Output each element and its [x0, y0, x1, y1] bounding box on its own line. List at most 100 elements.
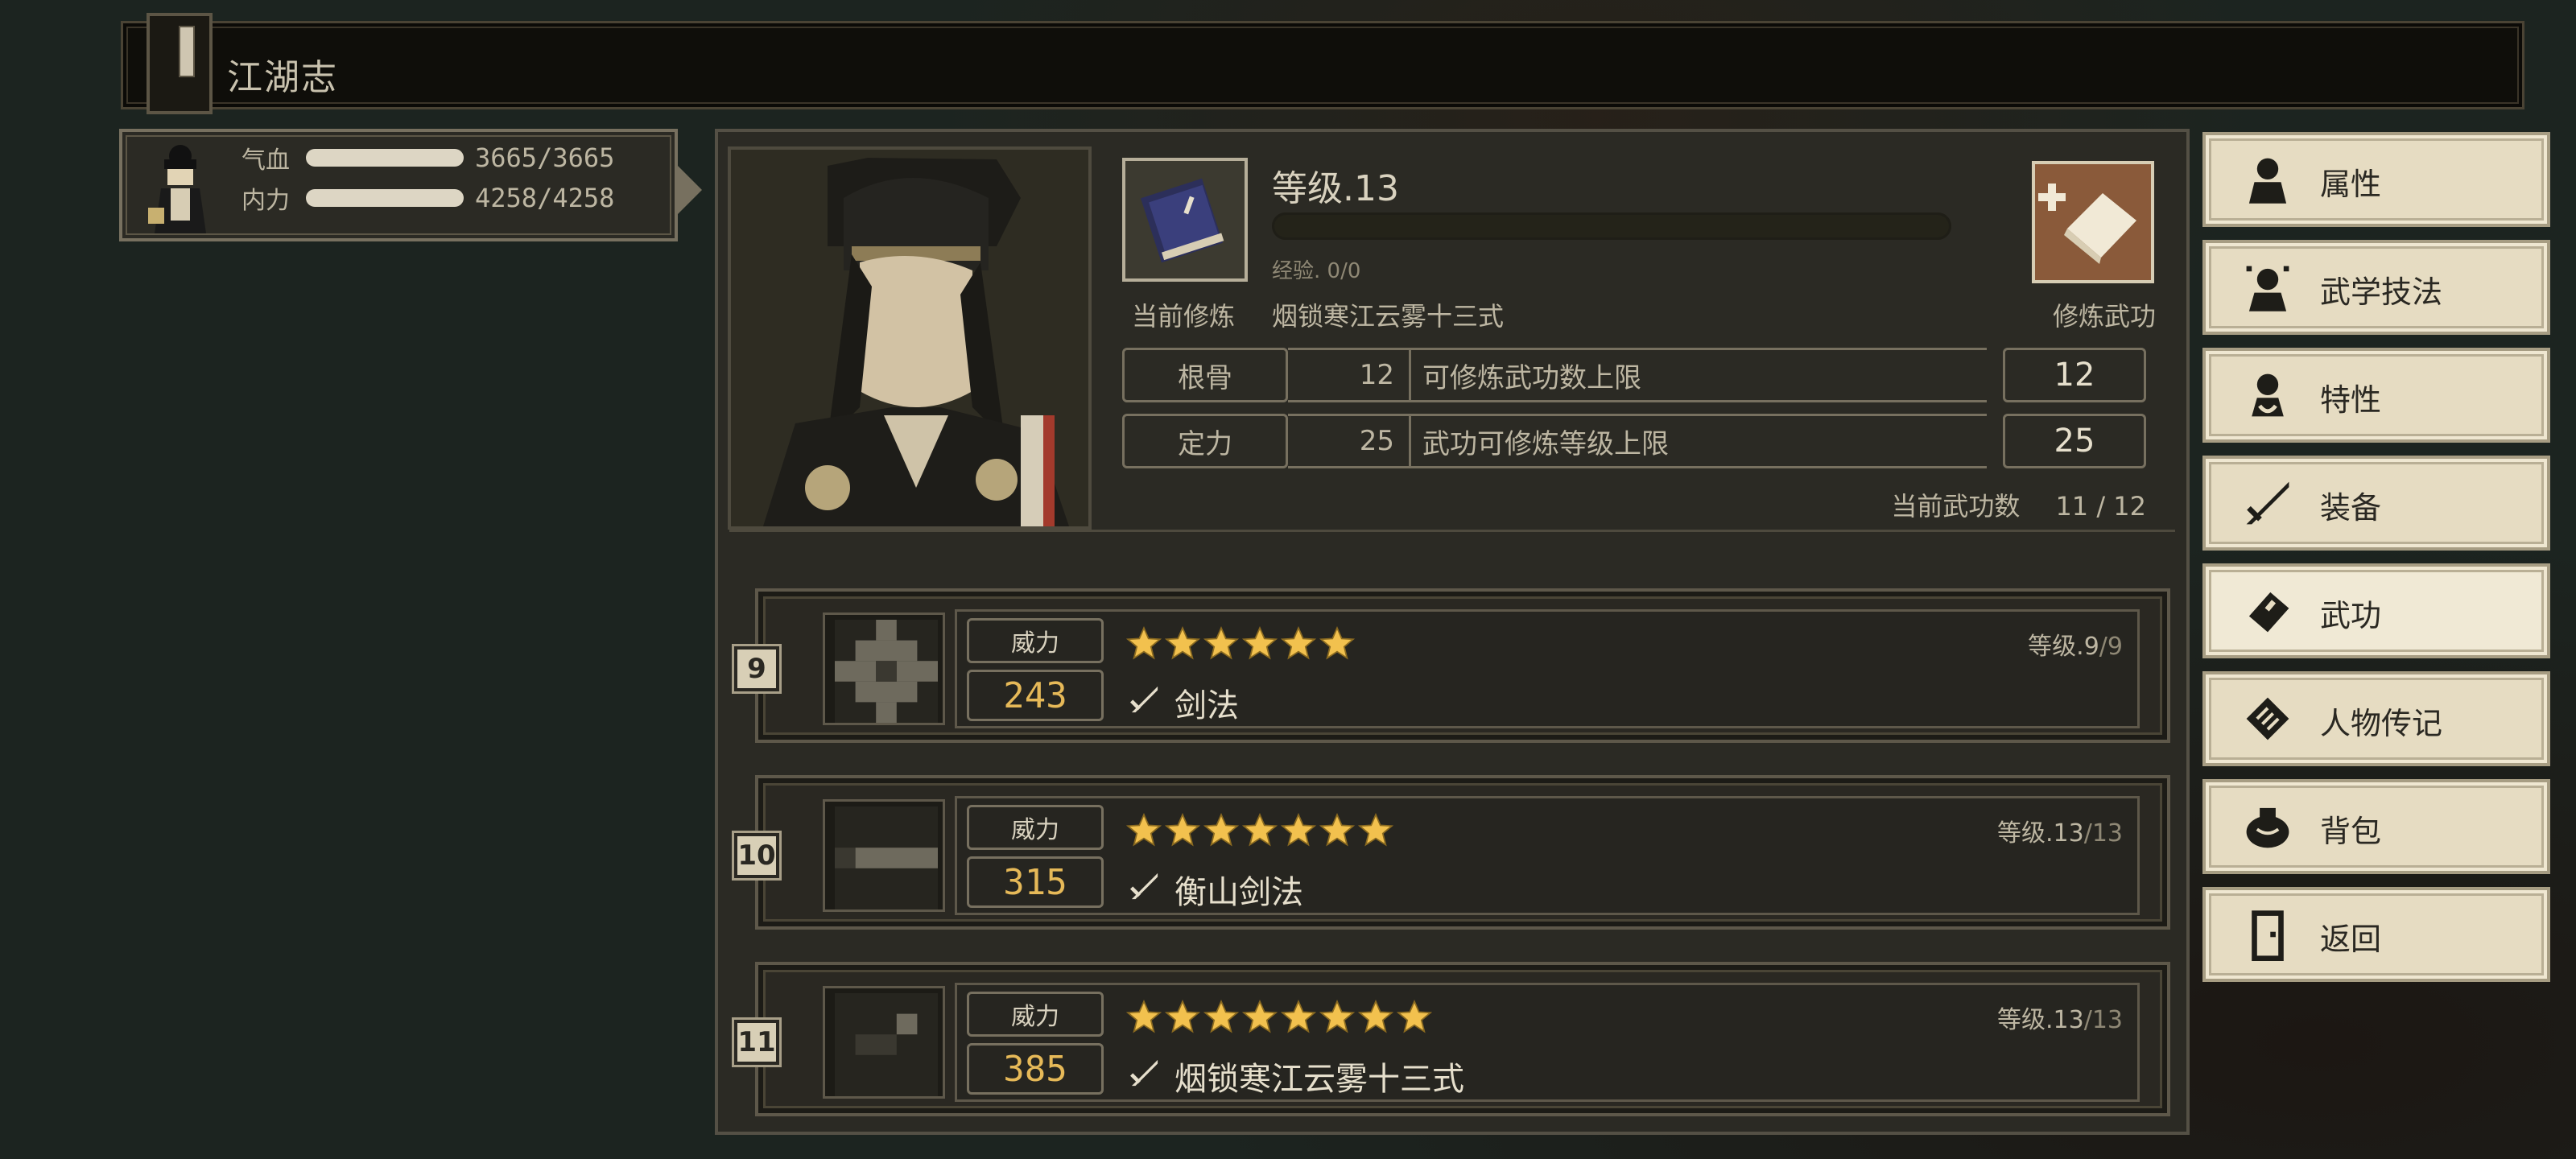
menu-bag-button[interactable]: 背包: [2202, 779, 2550, 874]
menu-label: 人物传记: [2320, 706, 2443, 741]
menu-label: 武功: [2320, 598, 2382, 633]
skill-index: 11: [732, 1017, 782, 1067]
menu-attributes-button[interactable]: 属性: [2202, 132, 2550, 227]
skill-pattern-icon: [823, 612, 945, 725]
door-icon: [2252, 910, 2284, 961]
skill-index: 10: [732, 831, 782, 881]
star-icon: [1126, 1000, 1162, 1033]
skill-count: 当前武功数 11 / 12: [1891, 486, 2146, 523]
current-skill-name: 烟锁寒江云雾十三式: [1272, 301, 1505, 332]
star-rating: [1126, 813, 1393, 848]
trait-icon: [2252, 373, 2284, 417]
manual-book-icon: [1122, 158, 1248, 282]
skill-card[interactable]: 9 威力 243 剑法 等级.9/9: [732, 588, 2170, 743]
character-portrait: [728, 146, 1092, 530]
attribute-row-dingli: 定力 25 武功可修炼等级上限 25: [1122, 414, 2154, 468]
skill-level: 等级.13/13: [1997, 1000, 2123, 1035]
biography-icon: [2246, 697, 2289, 740]
cultivate-label: 修炼武功: [2052, 301, 2156, 332]
skill-index: 9: [732, 644, 782, 694]
menu-label: 装备: [2320, 490, 2382, 526]
skill-detail: 威力 315 衡山剑法 等级.13/13: [955, 796, 2140, 915]
cultivate-button[interactable]: [2032, 161, 2154, 283]
star-icon: [1281, 1000, 1316, 1033]
power-label: 威力: [967, 805, 1104, 850]
power-value: 315: [967, 856, 1104, 908]
skill-list[interactable]: 9 威力 243 剑法 等级.9/9 10 威力 315 衡山剑法 等级.13/…: [729, 530, 2175, 1129]
skill-detail: 威力 385 烟锁寒江云雾十三式 等级.13/13: [955, 983, 2140, 1102]
hp-value: 3665/3665: [475, 142, 615, 173]
exp-text: 经验. 0/0: [1272, 259, 1361, 283]
skill-level-value: 等级.9: [2028, 633, 2099, 661]
skill-level-value: 等级.13: [1997, 1006, 2084, 1034]
menu-label: 返回: [2320, 922, 2382, 957]
hp-label: 气血: [242, 146, 290, 175]
player-status: 气血 3665/3665 内力 4258/4258: [119, 129, 702, 241]
level-text: 等级.13: [1272, 168, 1399, 209]
star-icon: [1242, 813, 1278, 847]
star-icon: [1126, 813, 1162, 847]
star-rating: [1126, 1000, 1432, 1035]
skill-name: 烟锁寒江云雾十三式: [1174, 1061, 1464, 1098]
attribute-name: 根骨: [1122, 348, 1288, 402]
menu-label: 武学技法: [2320, 274, 2443, 310]
skill-level: 等级.13/13: [1997, 813, 2123, 848]
skill-count-label: 当前武功数: [1891, 491, 2021, 522]
star-icon: [1281, 813, 1316, 847]
star-icon: [1203, 1000, 1239, 1033]
skill-card[interactable]: 11 威力 385 烟锁寒江云雾十三式 等级.13/13: [732, 962, 2170, 1116]
sword-icon: [1129, 1059, 1158, 1087]
attribute-cap: 25: [2003, 414, 2146, 468]
mp-value: 4258/4258: [475, 183, 615, 213]
character-icon: [2248, 158, 2287, 204]
attribute-cap: 12: [2003, 348, 2146, 402]
avatar: [148, 145, 206, 233]
mp-label: 内力: [242, 187, 290, 215]
star-icon: [1203, 813, 1239, 847]
title-bar: [121, 21, 2524, 109]
star-icon: [1358, 813, 1393, 847]
skill-name: 剑法: [1174, 687, 1239, 724]
menu-martial-arts-button[interactable]: 武功: [2202, 563, 2550, 658]
menu-martial-technique-button[interactable]: 武学技法: [2202, 240, 2550, 335]
sword-icon: [1129, 872, 1158, 900]
skill-card[interactable]: 10 威力 315 衡山剑法 等级.13/13: [732, 775, 2170, 930]
attribute-desc: 武功可修炼等级上限: [1409, 414, 1987, 468]
menu-label: 属性: [2320, 167, 2382, 202]
power-label: 威力: [967, 618, 1104, 663]
skill-pattern-icon: [823, 986, 945, 1099]
attribute-row-gengu: 根骨 12 可修炼武功数上限 12: [1122, 348, 2154, 402]
manual-book-icon: [2248, 592, 2289, 633]
skill-count-value: 11 / 12: [2055, 491, 2146, 522]
sword-icon: [1129, 686, 1158, 713]
star-icon: [1319, 626, 1355, 660]
menu-label: 特性: [2320, 382, 2382, 418]
star-icon: [1165, 813, 1200, 847]
power-value: 243: [967, 670, 1104, 721]
menu-biography-button[interactable]: 人物传记: [2202, 671, 2550, 766]
skill-level-max: /13: [2083, 1006, 2123, 1034]
skill-name: 衡山剑法: [1174, 874, 1303, 911]
star-icon: [1397, 1000, 1432, 1033]
menu-label: 背包: [2320, 814, 2382, 849]
journal-icon: [147, 13, 213, 114]
skill-pattern-icon: [823, 799, 945, 912]
menu-equipment-button[interactable]: 装备: [2202, 456, 2550, 551]
skill-detail: 威力 243 剑法 等级.9/9: [955, 609, 2140, 728]
menu-return-button[interactable]: 返回: [2202, 887, 2550, 982]
menu-traits-button[interactable]: 特性: [2202, 348, 2550, 443]
page-title: 江湖志: [227, 57, 338, 98]
current-label: 当前修炼: [1132, 301, 1236, 332]
attribute-name: 定力: [1122, 414, 1288, 468]
star-icon: [1358, 1000, 1393, 1033]
star-icon: [1165, 626, 1200, 660]
star-rating: [1126, 626, 1355, 662]
exp-bar: [1272, 212, 1951, 240]
skill-level: 等级.9/9: [2028, 626, 2123, 662]
attribute-value: 25: [1288, 414, 1409, 468]
star-icon: [1203, 626, 1239, 660]
mp-bar: [306, 189, 464, 207]
star-icon: [1126, 626, 1162, 660]
skill-level-max: /9: [2099, 633, 2123, 661]
attribute-desc: 可修炼武功数上限: [1409, 348, 1987, 402]
